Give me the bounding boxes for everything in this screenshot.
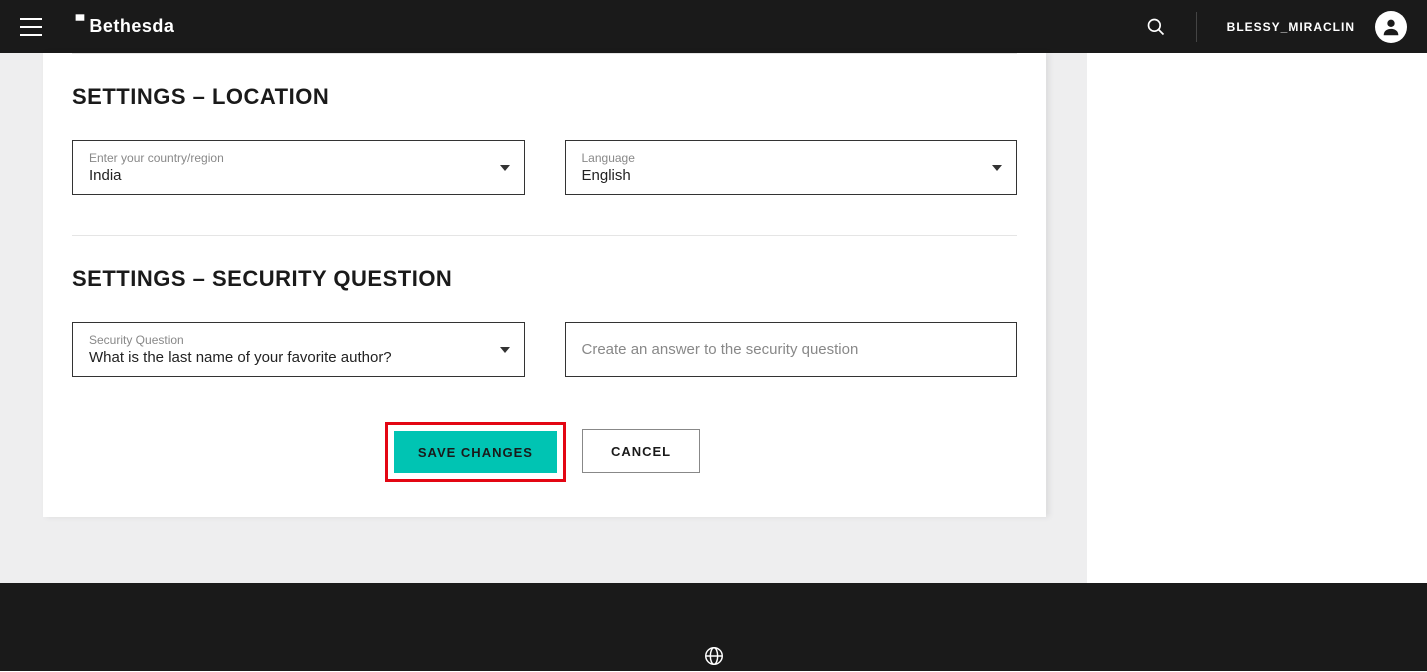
- save-button[interactable]: SAVE CHANGES: [394, 431, 557, 473]
- left-panel: SETTINGS – LOCATION Enter your country/r…: [0, 53, 1087, 583]
- settings-card: SETTINGS – LOCATION Enter your country/r…: [43, 53, 1046, 517]
- footer: [0, 583, 1427, 671]
- country-select[interactable]: Enter your country/region India: [72, 140, 525, 195]
- chevron-down-icon: [992, 165, 1002, 171]
- chevron-down-icon: [500, 165, 510, 171]
- cancel-button[interactable]: CANCEL: [582, 429, 700, 473]
- section-divider: [72, 235, 1017, 236]
- security-section-title: SETTINGS – SECURITY QUESTION: [72, 266, 1017, 292]
- chevron-down-icon: [500, 347, 510, 353]
- right-panel: [1087, 53, 1427, 671]
- person-icon: [1380, 16, 1402, 38]
- brand-logo[interactable]: ▝▘ Bethesda: [72, 16, 174, 37]
- globe-icon[interactable]: [703, 645, 725, 667]
- location-section-title: SETTINGS – LOCATION: [72, 84, 1017, 110]
- location-row: Enter your country/region India Language…: [72, 140, 1017, 195]
- menu-icon[interactable]: [20, 18, 42, 36]
- security-question-value: What is the last name of your favorite a…: [89, 349, 508, 366]
- header-right: BLESSY_MIRACLIN: [1146, 11, 1407, 43]
- top-header: ▝▘ Bethesda BLESSY_MIRACLIN: [0, 0, 1427, 53]
- top-divider: [72, 53, 1017, 54]
- security-question-label: Security Question: [89, 333, 508, 347]
- security-answer-input[interactable]: [565, 322, 1018, 377]
- security-row: Security Question What is the last name …: [72, 322, 1017, 377]
- main-wrapper: SETTINGS – LOCATION Enter your country/r…: [0, 53, 1427, 671]
- avatar[interactable]: [1375, 11, 1407, 43]
- country-value: India: [89, 167, 508, 184]
- brand-name: Bethesda: [89, 16, 174, 37]
- language-value: English: [582, 167, 1001, 184]
- search-icon[interactable]: [1146, 17, 1166, 37]
- language-select[interactable]: Language English: [565, 140, 1018, 195]
- username-label[interactable]: BLESSY_MIRACLIN: [1227, 20, 1355, 34]
- logo-quote-icon: ▝▘: [72, 16, 88, 27]
- button-row: SAVE CHANGES CANCEL: [70, 422, 1015, 482]
- header-divider: [1196, 12, 1197, 42]
- language-label: Language: [582, 151, 1001, 165]
- header-left: ▝▘ Bethesda: [20, 16, 174, 37]
- security-question-select[interactable]: Security Question What is the last name …: [72, 322, 525, 377]
- country-label: Enter your country/region: [89, 151, 508, 165]
- highlight-annotation: SAVE CHANGES: [385, 422, 566, 482]
